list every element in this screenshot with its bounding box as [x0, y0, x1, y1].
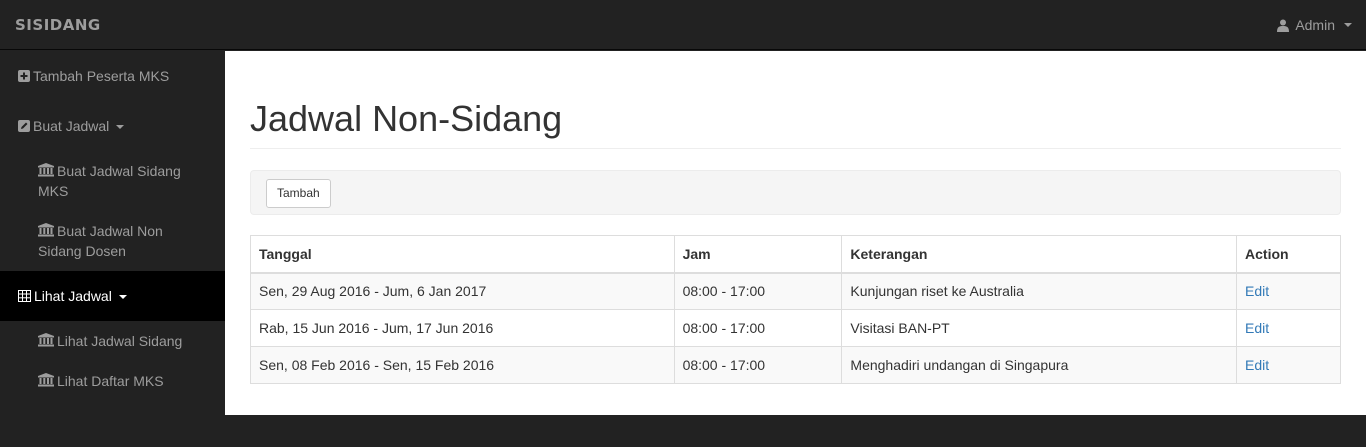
- user-name: Admin: [1295, 17, 1335, 33]
- column-header-keterangan: Keterangan: [841, 235, 1238, 274]
- user-menu[interactable]: Admin: [1277, 15, 1352, 35]
- cell-jam: 08:00 - 17:00: [673, 346, 843, 384]
- sidebar-item-label: Lihat Daftar MKS: [57, 373, 164, 389]
- cell-tanggal: Rab, 15 Jun 2016 - Jum, 17 Jun 2016: [250, 309, 675, 347]
- cell-keterangan: Kunjungan riset ke Australia: [841, 272, 1238, 310]
- sidebar: Tambah Peserta MKS Buat Jadwal Buat Jadw…: [0, 51, 225, 447]
- cell-keterangan: Visitasi BAN-PT: [841, 309, 1238, 347]
- user-icon: [1277, 19, 1290, 32]
- caret-down-icon: [118, 295, 127, 300]
- institution-icon: [38, 333, 54, 347]
- sidebar-item-label: Buat Jadwal Non: [57, 223, 163, 239]
- sidebar-item-lihat-jadwal[interactable]: Lihat Jadwal: [0, 271, 225, 321]
- page-title: Jadwal Non-Sidang: [250, 98, 563, 139]
- edit-icon: [18, 120, 30, 132]
- sidebar-item-buat-jadwal-non-sidang[interactable]: Buat Jadwal Non Sidang Dosen: [0, 221, 225, 261]
- institution-icon: [38, 223, 54, 237]
- table-icon: [18, 290, 31, 302]
- sidebar-item-lihat-daftar-mks[interactable]: Lihat Daftar MKS: [0, 371, 225, 391]
- table-row: Sen, 08 Feb 2016 - Sen, 15 Feb 2016 08:0…: [250, 346, 1341, 384]
- table-row: Rab, 15 Jun 2016 - Jum, 17 Jun 2016 08:0…: [250, 309, 1341, 347]
- edit-link[interactable]: Edit: [1245, 320, 1269, 336]
- cell-tanggal: Sen, 08 Feb 2016 - Sen, 15 Feb 2016: [250, 346, 675, 384]
- table-header-row: Tanggal Jam Keterangan Action: [250, 235, 1341, 274]
- sidebar-item-label: Lihat Jadwal Sidang: [57, 333, 183, 349]
- toolbar-well: Tambah: [250, 170, 1341, 215]
- institution-icon: [38, 373, 54, 387]
- main-content: Jadwal Non-Sidang Tambah Tanggal Jam Ket…: [225, 51, 1366, 415]
- column-header-jam: Jam: [673, 235, 843, 274]
- sidebar-item-tambah-peserta[interactable]: Tambah Peserta MKS: [0, 66, 225, 86]
- sidebar-item-label-line2: MKS: [38, 183, 69, 199]
- sidebar-item-label-line2: Sidang Dosen: [38, 243, 126, 259]
- column-header-action: Action: [1236, 235, 1341, 274]
- table-row: Sen, 29 Aug 2016 - Jum, 6 Jan 2017 08:00…: [250, 272, 1341, 310]
- edit-link[interactable]: Edit: [1245, 283, 1269, 299]
- cell-keterangan: Menghadiri undangan di Singapura: [841, 346, 1238, 384]
- schedule-table: Tanggal Jam Keterangan Action Sen, 29 Au…: [250, 235, 1341, 384]
- sidebar-item-label: Lihat Jadwal: [34, 288, 112, 304]
- sidebar-item-lihat-jadwal-sidang[interactable]: Lihat Jadwal Sidang: [0, 331, 225, 351]
- sidebar-item-label: Buat Jadwal: [33, 118, 110, 134]
- institution-icon: [38, 163, 54, 177]
- cell-action: Edit: [1236, 272, 1341, 310]
- column-header-tanggal: Tanggal: [250, 235, 675, 274]
- cell-action: Edit: [1236, 309, 1341, 347]
- caret-down-icon: [1344, 23, 1352, 27]
- plus-square-icon: [18, 70, 30, 82]
- cell-jam: 08:00 - 17:00: [673, 309, 843, 347]
- edit-link[interactable]: Edit: [1245, 357, 1269, 373]
- tambah-button[interactable]: Tambah: [266, 179, 331, 208]
- top-navbar: SISIDANG Admin: [0, 0, 1366, 50]
- brand-logo[interactable]: SISIDANG: [15, 15, 101, 35]
- cell-jam: 08:00 - 17:00: [673, 272, 843, 310]
- cell-tanggal: Sen, 29 Aug 2016 - Jum, 6 Jan 2017: [250, 272, 675, 310]
- sidebar-item-label: Tambah Peserta MKS: [33, 68, 170, 84]
- cell-action: Edit: [1236, 346, 1341, 384]
- caret-down-icon: [116, 125, 125, 130]
- title-divider: [250, 148, 1341, 149]
- sidebar-item-buat-jadwal-sidang[interactable]: Buat Jadwal Sidang MKS: [0, 161, 225, 201]
- sidebar-item-label: Buat Jadwal Sidang: [57, 163, 181, 179]
- sidebar-item-buat-jadwal[interactable]: Buat Jadwal: [0, 116, 225, 136]
